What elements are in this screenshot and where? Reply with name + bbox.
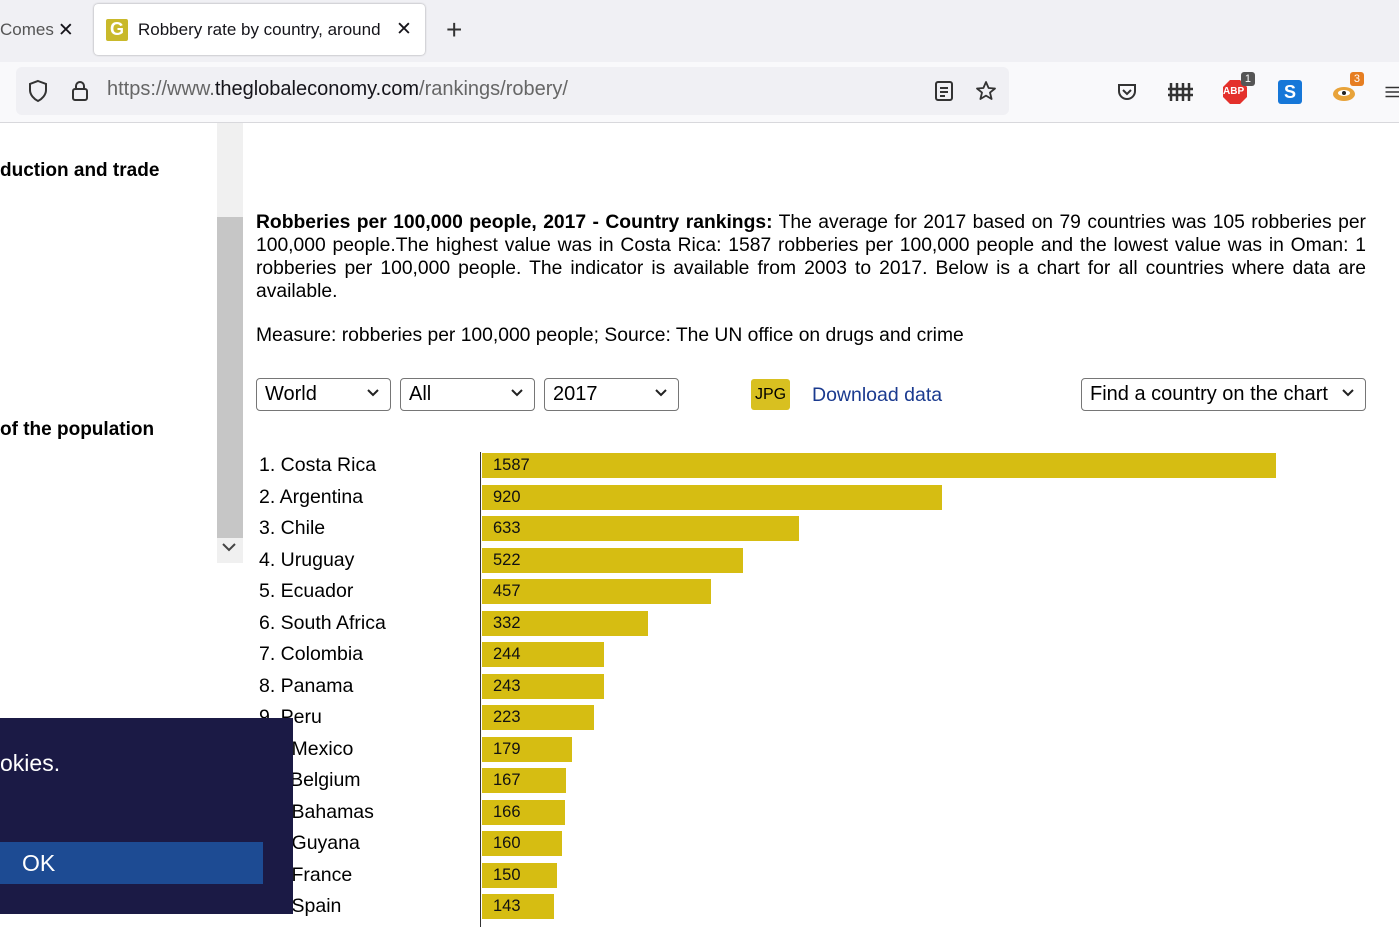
- region-select[interactable]: World: [256, 378, 391, 411]
- chart-bar-value: 332: [493, 613, 521, 632]
- skype-label: S: [1278, 80, 1302, 104]
- ranking-description: Robberies per 100,000 people, 2017 - Cou…: [256, 211, 1366, 303]
- chart-bar-value: 457: [493, 582, 521, 600]
- url-text[interactable]: https://www.theglobaleconomy.com/ranking…: [107, 78, 568, 101]
- chart-bar[interactable]: 633: [482, 516, 799, 541]
- chart-bar-value: 223: [493, 708, 521, 726]
- favicon-icon: G: [106, 18, 128, 41]
- chart-bar[interactable]: 160: [482, 831, 562, 856]
- chart-bar[interactable]: 179: [482, 736, 572, 762]
- cookie-ok-button[interactable]: OK: [0, 842, 263, 884]
- chart-bar-value: 244: [493, 645, 521, 663]
- chart-bar[interactable]: 1587: [482, 453, 1276, 478]
- chevron-down-icon: [1341, 386, 1355, 403]
- chart-bar-value: 143: [493, 897, 521, 915]
- sidebar-heading[interactable]: of the population: [0, 419, 154, 441]
- chart-bar[interactable]: 223: [482, 705, 594, 730]
- menu-icon[interactable]: [1384, 78, 1399, 106]
- chart-bar-value: 179: [493, 739, 521, 758]
- lock-icon[interactable]: [68, 79, 92, 103]
- tab-inactive[interactable]: Comes ✕: [0, 8, 86, 52]
- chart-bar[interactable]: 150: [482, 862, 557, 888]
- skype-extension-icon[interactable]: S: [1276, 78, 1304, 106]
- find-country-value: Find a country on the chart: [1090, 383, 1328, 405]
- chart-bar[interactable]: 332: [482, 610, 648, 636]
- shield-icon[interactable]: [26, 79, 50, 103]
- chart-bar[interactable]: 143: [482, 894, 554, 919]
- close-icon[interactable]: ✕: [58, 19, 74, 42]
- url-domain: theglobaleconomy.com: [214, 78, 420, 100]
- close-icon[interactable]: ✕: [396, 18, 412, 41]
- chevron-down-icon: [654, 386, 668, 403]
- chart-bar[interactable]: 920: [482, 484, 942, 510]
- adblock-label: ABP: [1223, 86, 1245, 97]
- chevron-down-icon: [366, 386, 380, 403]
- chart-bar-value: 160: [493, 834, 521, 852]
- reader-view-icon[interactable]: [932, 79, 956, 103]
- region-value: World: [265, 383, 317, 405]
- chart-row-label: 7. Colombia: [259, 643, 364, 665]
- chart-bar-value: 166: [493, 802, 521, 821]
- chart-bar-value: 167: [493, 771, 521, 789]
- tab-bar: Comes ✕ G Robbery rate by country, aroun…: [0, 0, 1399, 62]
- extension-badge: 3: [1349, 72, 1364, 86]
- url-path: /rankings/robery/: [419, 78, 568, 100]
- download-data-link[interactable]: Download data: [812, 384, 942, 407]
- group-value: All: [409, 383, 432, 405]
- chart-row-label: 2. Argentina: [259, 485, 364, 508]
- chevron-down-icon: [510, 386, 524, 403]
- chart-row-label: 4. Uruguay: [259, 548, 355, 571]
- jpg-download-button[interactable]: JPG: [751, 379, 790, 410]
- group-select[interactable]: All: [400, 378, 535, 411]
- chart-bar[interactable]: 457: [482, 579, 711, 604]
- chart-bar[interactable]: 166: [482, 799, 565, 825]
- year-select[interactable]: 2017: [544, 378, 679, 411]
- tab-active[interactable]: G Robbery rate by country, around ✕: [94, 4, 425, 55]
- tab-title: Robbery rate by country, around: [138, 19, 381, 39]
- chevron-down-icon[interactable]: [221, 540, 237, 557]
- library-icon[interactable]: [1167, 78, 1195, 106]
- chart-bar-value: 522: [493, 550, 521, 569]
- chart-row-label: 3. Chile: [259, 517, 326, 539]
- chart-row-label: 1. Costa Rica: [259, 454, 377, 476]
- url-prefix: https://www.: [107, 78, 215, 100]
- star-icon[interactable]: [974, 79, 998, 103]
- measure-source: Measure: robberies per 100,000 people; S…: [256, 325, 964, 346]
- chart-bar[interactable]: 167: [482, 768, 566, 793]
- adblock-badge: 1: [1240, 72, 1255, 86]
- url-bar[interactable]: https://www.theglobaleconomy.com/ranking…: [16, 67, 1009, 115]
- chart-bar[interactable]: 243: [482, 673, 604, 699]
- new-tab-button[interactable]: +: [446, 14, 462, 46]
- pocket-icon[interactable]: [1113, 78, 1141, 106]
- chart-row-label: 8. Panama: [259, 674, 354, 697]
- chart-bar-value: 1587: [493, 456, 530, 474]
- find-country-select[interactable]: Find a country on the chart: [1081, 378, 1366, 411]
- adblock-icon[interactable]: ABP 1: [1221, 72, 1255, 106]
- chart-bar[interactable]: 522: [482, 547, 743, 573]
- chart-row-label: 5. Ecuador: [259, 580, 354, 602]
- chart-bar-value: 633: [493, 519, 521, 537]
- tab-title: Comes: [0, 20, 54, 39]
- sidebar-heading[interactable]: duction and trade: [0, 160, 159, 182]
- chart-bar-value: 150: [493, 865, 521, 884]
- chart-bar[interactable]: 244: [482, 642, 604, 667]
- scrollbar-thumb[interactable]: [217, 217, 243, 538]
- cookie-banner: okies. OK: [0, 718, 293, 914]
- chart-bar-value: 920: [493, 487, 521, 506]
- cookie-text: okies.: [0, 750, 61, 776]
- chart-axis: [480, 452, 481, 927]
- chart-row-label: 6. South Africa: [259, 611, 386, 634]
- chart-bar-value: 243: [493, 676, 521, 695]
- nav-bar: https://www.theglobaleconomy.com/ranking…: [0, 62, 1399, 123]
- year-value: 2017: [553, 383, 598, 405]
- description-title: Robberies per 100,000 people, 2017 - Cou…: [256, 212, 773, 233]
- extension-icon[interactable]: 3: [1330, 72, 1364, 106]
